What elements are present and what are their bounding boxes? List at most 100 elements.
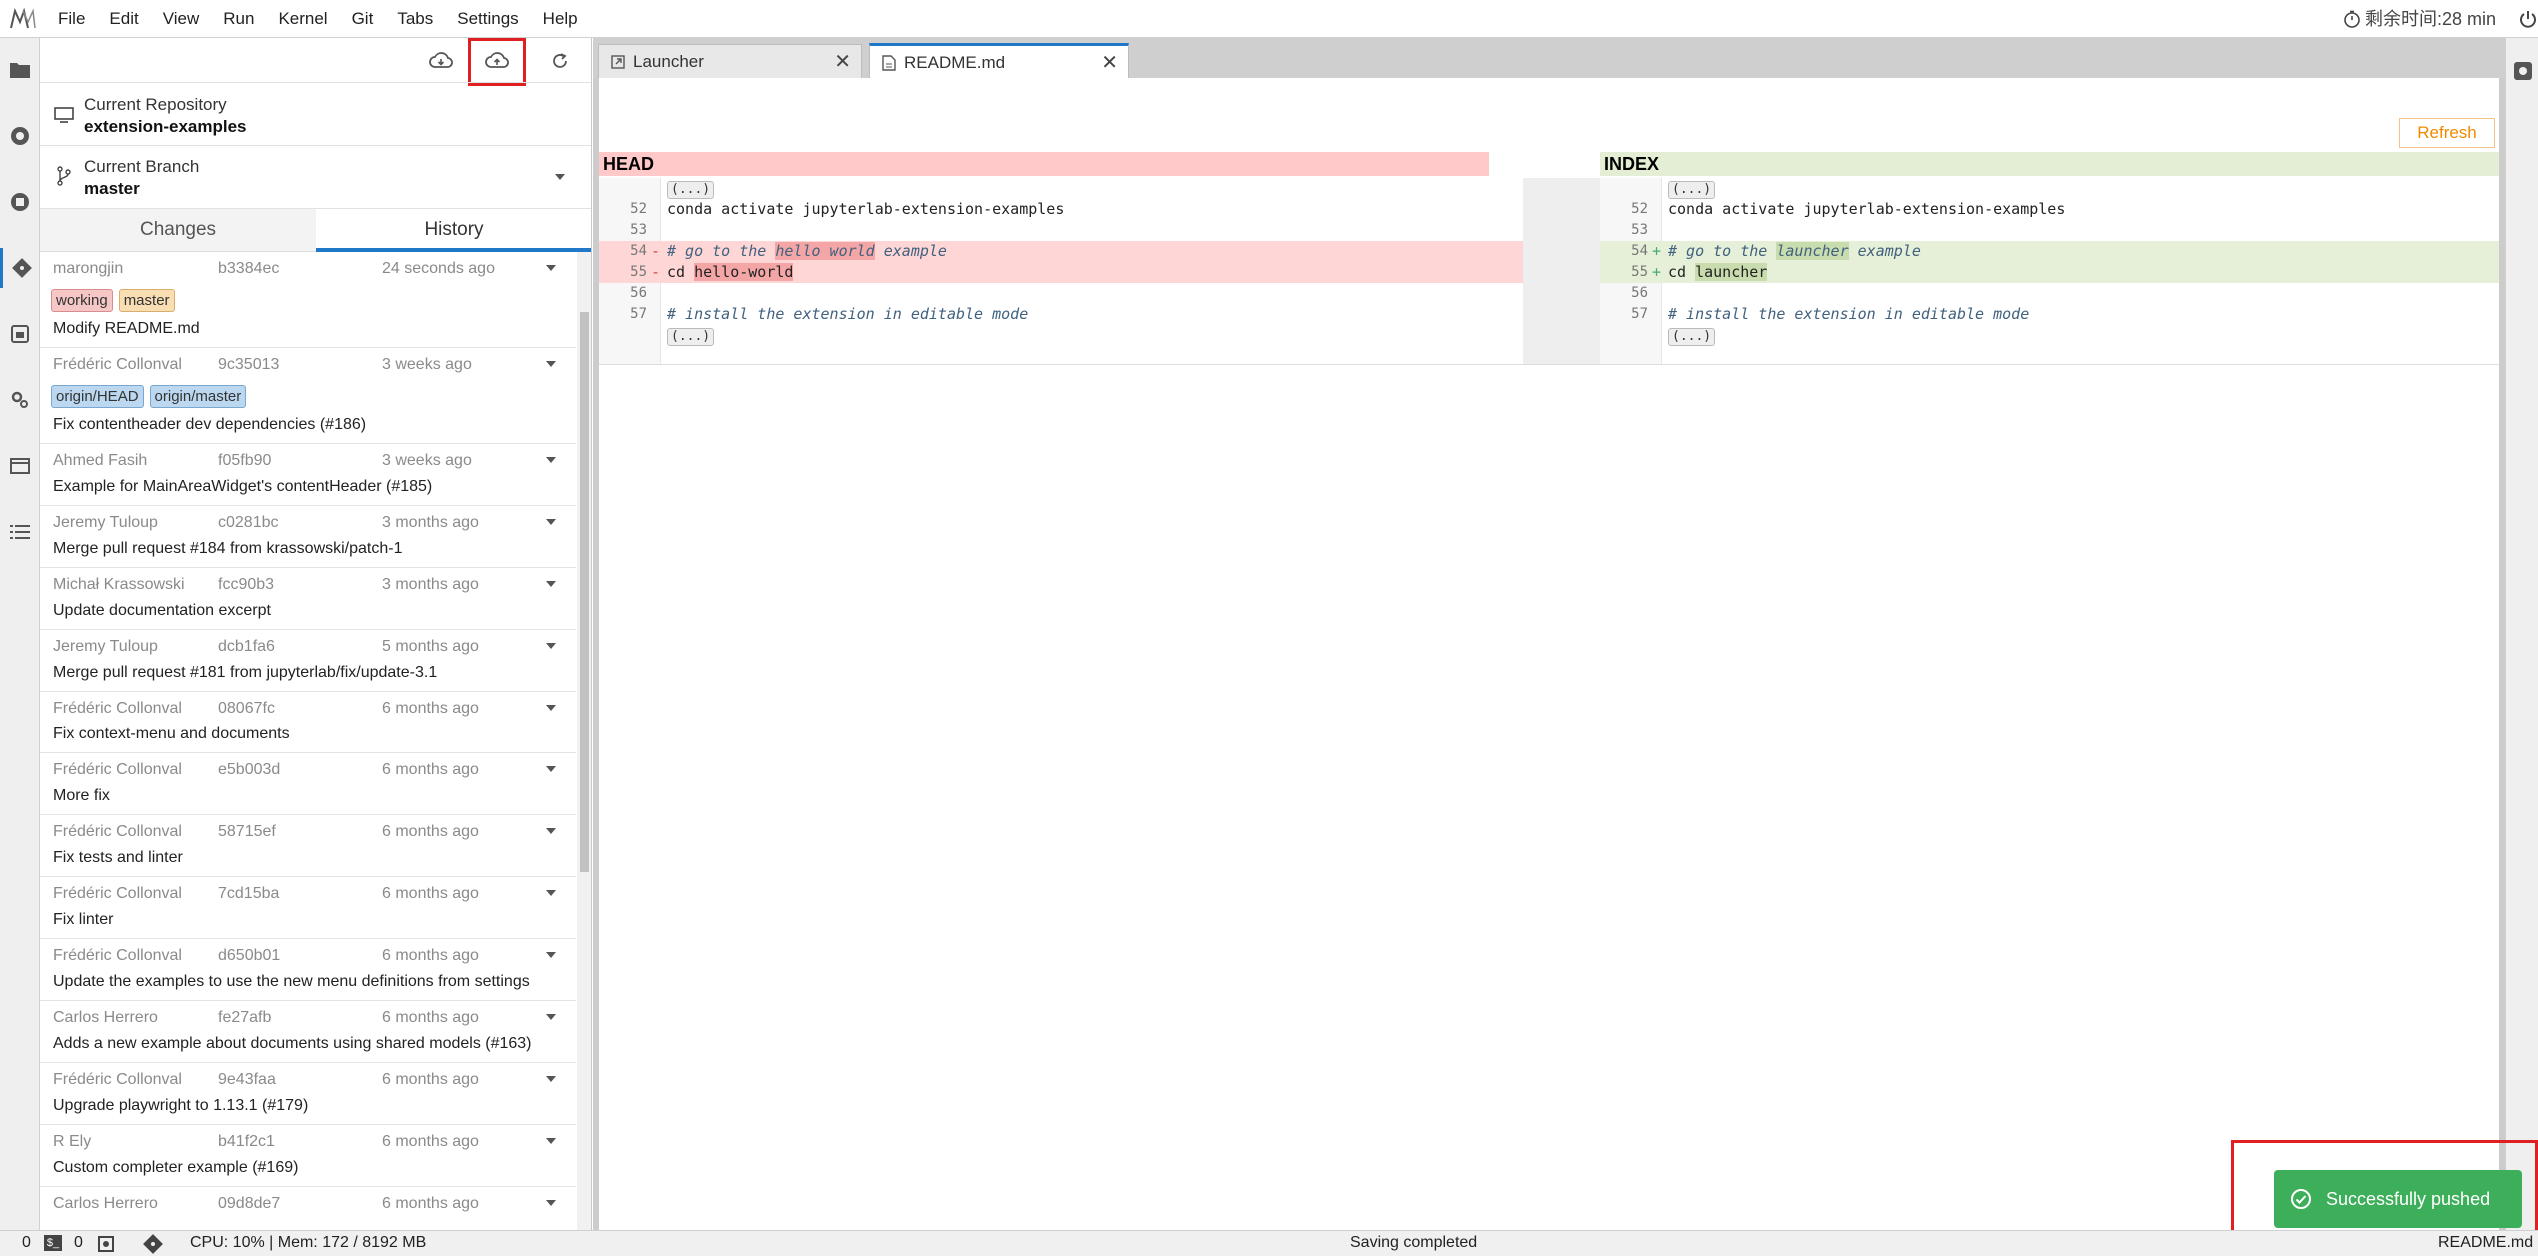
code-line: # install the extension in editable mode <box>1668 305 2030 323</box>
expand-caret-icon[interactable] <box>546 457 556 463</box>
expand-caret-icon[interactable] <box>546 1075 556 1082</box>
terminal-icon[interactable]: $_ <box>44 1235 62 1251</box>
changed-text: launcher <box>1776 242 1849 260</box>
menu-tabs[interactable]: Tabs <box>385 0 445 38</box>
commit-row[interactable]: Frédéric Collonval 9e43faa 6 months ago Upg… <box>40 1063 576 1125</box>
menu-settings[interactable]: Settings <box>445 0 530 38</box>
commit-message: Fix linter <box>53 911 114 929</box>
deleted-marker: - <box>651 242 661 260</box>
expand-caret-icon[interactable] <box>546 580 556 587</box>
refresh-repo-button[interactable] <box>545 46 575 76</box>
tab-readme[interactable]: README.md ✕ <box>869 43 1129 79</box>
expand-caret-icon[interactable] <box>546 952 556 959</box>
menu-kernel[interactable]: Kernel <box>266 0 339 38</box>
refresh-diff-button[interactable]: Refresh <box>2399 118 2495 148</box>
repo-label: Current Repository <box>84 95 227 114</box>
menu-run[interactable]: Run <box>211 0 266 38</box>
expand-caret-icon[interactable] <box>546 1014 556 1021</box>
commit-time: 6 months ago <box>382 1132 479 1150</box>
menu-edit[interactable]: Edit <box>97 0 150 38</box>
scrollbar-thumb[interactable] <box>580 312 589 872</box>
settings-gears-icon[interactable] <box>0 380 40 420</box>
commit-row[interactable]: Ahmed Fasih f05fb90 3 weeks ago Example for… <box>40 444 576 506</box>
property-inspector-icon[interactable] <box>2512 60 2534 87</box>
expand-caret-icon[interactable] <box>546 642 556 649</box>
commit-row[interactable]: Frédéric Collonval 7cd15ba 6 months ago Fix… <box>40 877 576 940</box>
fold-marker[interactable]: (...) <box>667 181 715 199</box>
menu-view[interactable]: View <box>151 0 212 38</box>
commit-author: Frédéric Collonval <box>53 761 182 779</box>
table-of-contents-icon[interactable] <box>0 512 40 552</box>
pull-button[interactable] <box>426 46 456 76</box>
expand-caret-icon[interactable] <box>546 828 556 835</box>
saving-status: Saving completed <box>1350 1234 1478 1251</box>
index-header: INDEX <box>1600 152 2499 176</box>
commit-row[interactable]: Frédéric Collonval 58715ef 6 months ago Fix… <box>40 815 576 878</box>
tab-history[interactable]: History <box>316 209 591 252</box>
expand-caret-icon[interactable] <box>546 766 556 773</box>
extension-manager-icon[interactable] <box>0 314 40 354</box>
expand-caret-icon[interactable] <box>546 361 556 367</box>
commit-message: Merge pull request #181 from jupyterlab/… <box>53 663 438 681</box>
tab-launcher[interactable]: Launcher ✕ <box>598 44 862 78</box>
status-count[interactable]: 0 <box>22 1234 31 1252</box>
commit-row[interactable]: Frédéric Collonval e5b003d 6 months ago Mor… <box>40 753 576 816</box>
commit-row[interactable]: Michał Krassowski fcc90b3 3 months ago Upda… <box>40 568 576 630</box>
fold-marker[interactable]: (...) <box>1668 181 1716 199</box>
close-icon[interactable]: ✕ <box>834 49 851 74</box>
expand-caret-icon[interactable] <box>546 890 556 897</box>
tabs-icon[interactable] <box>0 446 40 486</box>
line-number: 56 <box>630 285 647 301</box>
branch-icon <box>57 166 71 186</box>
commit-hash: 58715ef <box>218 823 276 841</box>
commit-row[interactable]: Jeremy Tuloup dcb1fa6 5 months ago Merge pu… <box>40 630 576 692</box>
tab-changes[interactable]: Changes <box>40 209 316 252</box>
current-repository[interactable]: Current Repository extension-examples <box>40 82 591 145</box>
commit-row[interactable]: Jeremy Tuloup c0281bc 3 months ago Merge pu… <box>40 506 576 568</box>
commit-message: Merge pull request #184 from krassowski/… <box>53 539 403 557</box>
commit-row[interactable]: Frédéric Collonval 08067fc 6 months ago Fix… <box>40 692 576 754</box>
code-text: # go to the <box>667 242 776 260</box>
status-count[interactable]: 0 <box>74 1234 83 1252</box>
commit-row[interactable]: Frédéric Collonval 9c35013 3 weeks ago Fix … <box>40 348 576 444</box>
commit-row[interactable]: R Ely b41f2c1 6 months ago Custom completer… <box>40 1125 576 1187</box>
deleted-line: 54- # go to the hello world example <box>599 241 1523 262</box>
right-sidebar <box>2505 38 2538 1230</box>
commit-hash: b3384ec <box>218 260 280 277</box>
history-scrollbar[interactable] <box>577 252 591 1230</box>
expand-caret-icon[interactable] <box>546 518 556 525</box>
expand-caret-icon[interactable] <box>546 265 556 271</box>
power-icon[interactable] <box>2518 9 2538 34</box>
commit-time: 3 months ago <box>382 575 479 593</box>
branch-name: master <box>84 179 140 198</box>
stop-icon[interactable] <box>0 182 40 222</box>
git-tabs: Changes History <box>40 208 591 252</box>
fold-marker[interactable]: (...) <box>1668 328 1716 346</box>
close-icon[interactable]: ✕ <box>1101 50 1118 75</box>
commit-hash: dcb1fa6 <box>218 637 275 655</box>
code-text: cd <box>1668 263 1696 281</box>
changed-text: hello world <box>775 242 875 260</box>
commit-row[interactable]: Carlos Herrero 09d8de7 6 months ago <box>40 1187 576 1230</box>
commit-row[interactable]: Carlos Herrero fe27afb 6 months ago Adds a … <box>40 1001 576 1063</box>
success-toast[interactable]: Successfully pushed <box>2274 1170 2522 1228</box>
expand-caret-icon[interactable] <box>546 1199 556 1206</box>
commit-hash: c0281bc <box>218 513 279 531</box>
commit-row[interactable]: Frédéric Collonval d650b01 6 months ago Upd… <box>40 939 576 1002</box>
branch-caret-icon[interactable] <box>555 174 565 180</box>
expand-caret-icon[interactable] <box>546 704 556 711</box>
running-kernels-icon[interactable] <box>0 116 40 156</box>
current-branch[interactable]: Current Branch master <box>40 145 591 208</box>
diff-gutter-separator <box>1523 178 1600 364</box>
commit-time: 6 months ago <box>382 1009 479 1027</box>
fold-marker[interactable]: (...) <box>667 328 715 346</box>
menu-git[interactable]: Git <box>340 0 386 38</box>
commit-row[interactable]: marongjin b3384ec 24 seconds ago Modify REA… <box>40 252 576 348</box>
commit-message: Modify README.md <box>53 320 200 337</box>
menu-help[interactable]: Help <box>531 0 590 38</box>
file-browser-icon[interactable] <box>0 50 40 90</box>
git-icon[interactable] <box>0 248 40 288</box>
menu-file[interactable]: File <box>46 0 97 38</box>
kernel-gear-icon[interactable] <box>96 1234 116 1259</box>
expand-caret-icon[interactable] <box>546 1137 556 1144</box>
